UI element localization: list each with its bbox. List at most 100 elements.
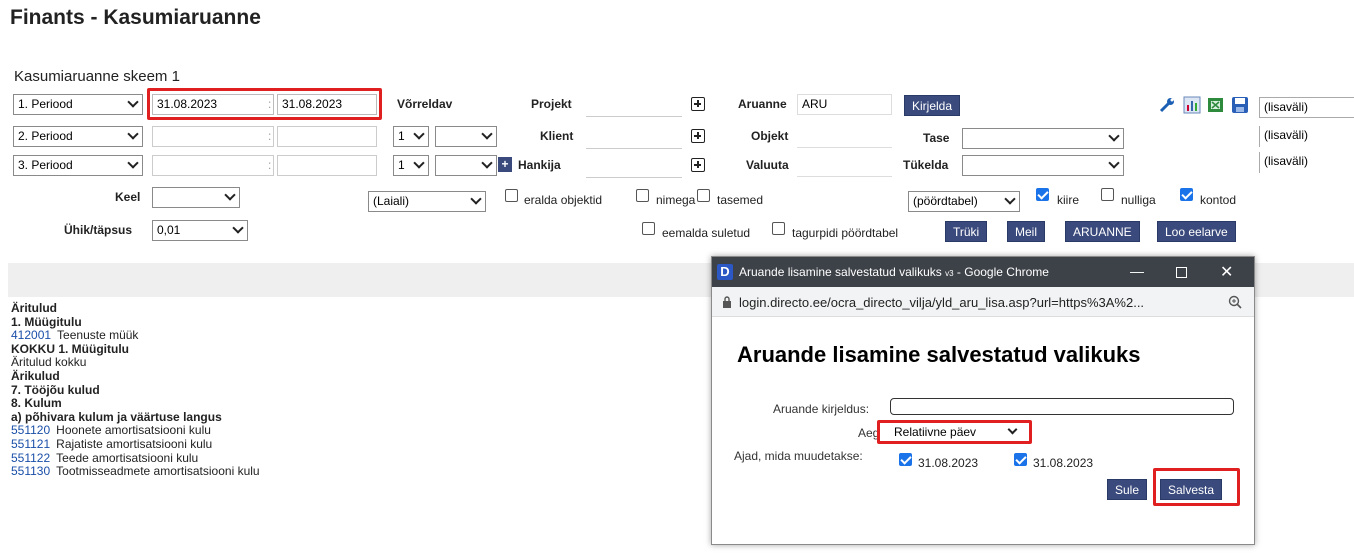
kiire-label: kiire xyxy=(1057,193,1080,207)
aruanne-input[interactable]: ARU xyxy=(797,94,892,115)
valuuta-input[interactable] xyxy=(797,156,892,177)
tukelda-label: Tükelda xyxy=(903,158,949,172)
report-row-label: Äritulud xyxy=(11,301,57,315)
account-code-link[interactable]: 551122 xyxy=(11,451,50,465)
tukelda-select[interactable] xyxy=(962,155,1124,176)
report-row[interactable]: 551121 Rajatiste amortisatsiooni kulu xyxy=(11,436,711,452)
kirjelda-button[interactable]: Kirjelda xyxy=(904,95,961,116)
account-code-link[interactable]: 551130 xyxy=(11,464,50,478)
eralda-objektid-checkbox[interactable] xyxy=(505,189,518,202)
date-1-checkbox[interactable] xyxy=(899,453,912,466)
compare-2-a-value: 1 xyxy=(398,129,405,143)
account-code-link[interactable]: 551120 xyxy=(11,423,50,438)
aruanne-button[interactable]: ARUANNE xyxy=(1065,221,1140,242)
chevron-down-icon xyxy=(481,157,493,169)
save-icon[interactable] xyxy=(1231,96,1249,114)
report-row: Äritulud kokku xyxy=(11,356,711,370)
chevron-down-icon xyxy=(481,128,493,140)
valuuta-label: Valuuta xyxy=(746,158,789,172)
tagurpidi-checkbox[interactable] xyxy=(772,222,785,235)
period-2-select[interactable]: 2. Periood xyxy=(13,126,143,147)
period-3-to[interactable] xyxy=(277,155,377,176)
projekt-input[interactable] xyxy=(586,96,682,117)
keel-select[interactable] xyxy=(152,187,240,208)
report-row[interactable]: 412001 Teenuste müük xyxy=(11,328,711,343)
period-2-from[interactable] xyxy=(152,126,274,147)
compare-label: Võrreldav xyxy=(397,97,453,111)
report-row-label: a) põhivara kulum ja väärtuse langus xyxy=(11,409,222,424)
wrench-icon[interactable] xyxy=(1158,96,1176,114)
range-colon: : xyxy=(268,129,272,143)
add-compare-button[interactable]: + xyxy=(498,157,512,172)
report-row-label: Rajatiste amortisatsiooni kulu xyxy=(56,436,213,451)
maximize-icon[interactable] xyxy=(1176,267,1187,278)
lisavali-1[interactable]: (lisaväli) xyxy=(1259,97,1354,118)
nimega-checkbox[interactable] xyxy=(636,189,649,202)
eemalda-suletud-label: eemalda suletud xyxy=(662,226,751,240)
eemalda-suletud-checkbox[interactable] xyxy=(642,222,655,235)
laiali-select[interactable]: (Laiali) xyxy=(368,191,486,212)
report-row[interactable]: 551130 Tootmisseadmete amortisatsiooni ku… xyxy=(11,464,711,479)
compare-2-a[interactable]: 1 xyxy=(393,126,429,147)
chevron-down-icon xyxy=(470,193,482,205)
meil-button[interactable]: Meil xyxy=(1007,221,1046,242)
report-row: Äritulud xyxy=(11,301,711,316)
compare-3-a[interactable]: 1 xyxy=(393,155,429,176)
nulliga-checkbox[interactable] xyxy=(1101,188,1114,201)
sule-button[interactable]: Sule xyxy=(1107,479,1148,500)
lisavali-2[interactable]: (lisaväli) xyxy=(1259,126,1354,147)
truki-button[interactable]: Trüki xyxy=(945,221,988,242)
zoom-icon[interactable] xyxy=(1228,295,1242,309)
dialog-urlbar: login.directo.ee/ocra_directo_vilja/yld_… xyxy=(712,287,1254,317)
tagurpidi-label: tagurpidi pöördtabel xyxy=(792,226,899,240)
kontod-checkbox[interactable] xyxy=(1180,188,1193,201)
date-2-checkbox[interactable] xyxy=(1014,453,1027,466)
report-row: a) põhivara kulum ja väärtuse langus xyxy=(11,409,711,425)
excel-icon[interactable] xyxy=(1207,96,1225,114)
compare-3-b[interactable] xyxy=(435,155,497,176)
desc-input[interactable] xyxy=(890,398,1234,415)
compare-2-b[interactable] xyxy=(435,126,497,147)
eralda-objektid-label: eralda objektid xyxy=(524,193,603,207)
unit-select[interactable]: 0,01 xyxy=(152,220,248,241)
laiali-value: (Laiali) xyxy=(373,194,410,208)
period-1-select[interactable]: 1. Periood xyxy=(13,94,143,115)
lisavali-3[interactable]: (lisaväli) xyxy=(1259,152,1354,173)
kiire-checkbox[interactable] xyxy=(1036,188,1049,201)
tasemed-label: tasemed xyxy=(717,193,764,207)
hankija-input[interactable] xyxy=(586,157,682,178)
chevron-down-icon xyxy=(232,222,244,234)
klient-label: Klient xyxy=(540,129,574,143)
add-project-icon[interactable] xyxy=(691,97,705,111)
period-2-to[interactable] xyxy=(277,126,377,147)
unit-value: 0,01 xyxy=(157,223,181,237)
report-row-label: Tootmisseadmete amortisatsiooni kulu xyxy=(56,464,260,479)
report-row-label: Teede amortisatsiooni kulu xyxy=(56,450,199,465)
close-icon[interactable]: ✕ xyxy=(1220,262,1233,282)
tase-select[interactable] xyxy=(962,128,1124,149)
minimize-icon[interactable]: — xyxy=(1130,263,1144,279)
period-3-from[interactable] xyxy=(152,155,274,176)
dialog-titlebar: D Aruande lisamine salvestatud valikuks … xyxy=(712,257,1254,287)
period-2-value: 2. Periood xyxy=(18,129,73,143)
klient-input[interactable] xyxy=(586,128,682,149)
highlight-period-dates xyxy=(147,88,382,120)
dialog-url[interactable]: login.directo.ee/ocra_directo_vilja/yld_… xyxy=(739,295,1144,310)
period-3-select[interactable]: 3. Periood xyxy=(13,155,143,176)
account-code-link[interactable]: 551121 xyxy=(11,437,50,451)
chevron-down-icon xyxy=(1108,130,1120,142)
report-row[interactable]: 551120 Hoonete amortisatsiooni kulu xyxy=(11,424,711,438)
pivot-select[interactable]: (pöördtabel) xyxy=(908,191,1020,212)
period-3-value: 3. Periood xyxy=(18,158,73,172)
tasemed-checkbox[interactable] xyxy=(697,189,710,202)
report-row: 1. Müügitulu xyxy=(11,315,711,330)
add-supplier-icon[interactable] xyxy=(691,158,705,172)
report-row-label: Ärikulud xyxy=(11,368,60,383)
account-code-link[interactable]: 412001 xyxy=(11,328,51,342)
add-client-icon[interactable] xyxy=(691,129,705,143)
report-row[interactable]: 551122 Teede amortisatsiooni kulu xyxy=(11,450,711,466)
objekt-input[interactable] xyxy=(797,127,892,148)
chart-icon[interactable] xyxy=(1183,96,1201,114)
report-row: 7. Tööjõu kulud xyxy=(11,383,711,398)
loo-eelarve-button[interactable]: Loo eelarve xyxy=(1157,221,1236,242)
